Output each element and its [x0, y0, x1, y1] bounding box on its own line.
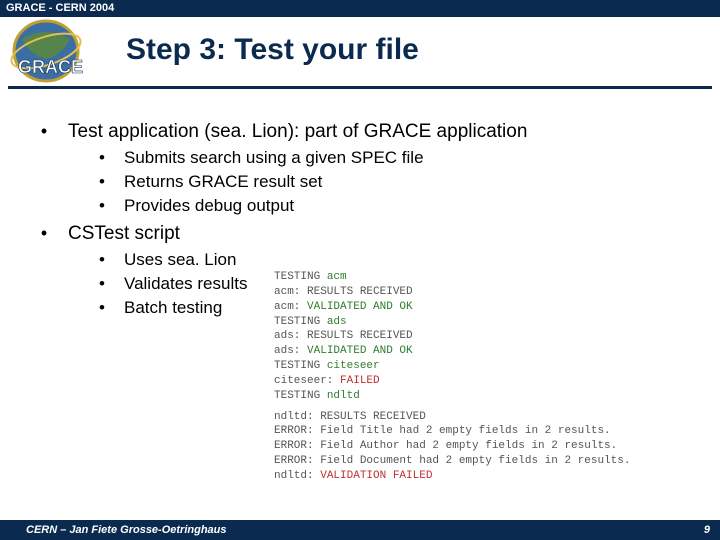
term-line: TESTING [274, 360, 327, 372]
bullet-dot: • [80, 249, 124, 272]
bullet-dot: • [80, 147, 124, 170]
header: GRACE Step 3: Test your file [8, 17, 712, 89]
slide-title: Step 3: Test your file [126, 33, 419, 67]
svg-text:GRACE: GRACE [18, 57, 83, 77]
bullet-dot: • [80, 171, 124, 194]
term-name: ndltd [327, 390, 360, 402]
bullet-dot: • [80, 195, 124, 218]
bullet-2a-text: Uses sea. Lion [124, 249, 700, 272]
term-line: ndltd: [274, 470, 320, 482]
term-line: acm: [274, 301, 307, 313]
bullet-1b-text: Returns GRACE result set [124, 171, 700, 194]
page-number: 9 [704, 524, 710, 536]
bullet-1: • Test application (sea. Lion): part of … [20, 119, 700, 145]
term-line: TESTING [274, 316, 327, 328]
footer-text: CERN – Jan Fiete Grosse-Oetringhaus [26, 524, 227, 536]
term-error: ERROR: Field Author had 2 empty fields i… [274, 439, 684, 454]
bullet-1a: • Submits search using a given SPEC file [20, 147, 700, 170]
bullet-dot: • [20, 221, 68, 247]
bullet-1a-text: Submits search using a given SPEC file [124, 147, 700, 170]
bullet-dot: • [80, 297, 124, 320]
footer: CERN – Jan Fiete Grosse-Oetringhaus 9 [0, 520, 720, 540]
term-name: ads [327, 316, 347, 328]
term-line: acm: RESULTS RECEIVED [274, 285, 684, 300]
terminal-output: TESTING acm acm: RESULTS RECEIVED acm: V… [274, 270, 684, 484]
term-ok: VALIDATED AND OK [307, 301, 413, 313]
bullet-1c: • Provides debug output [20, 195, 700, 218]
term-line: ndltd: RESULTS RECEIVED [274, 410, 684, 425]
bullet-dot: • [80, 273, 124, 296]
bullet-dot: • [20, 119, 68, 145]
term-ok: VALIDATED AND OK [307, 345, 413, 357]
bullet-2a: • Uses sea. Lion [20, 249, 700, 272]
bullet-1b: • Returns GRACE result set [20, 171, 700, 194]
term-name: citeseer [327, 360, 380, 372]
term-fail: FAILED [340, 375, 380, 387]
term-line: TESTING [274, 271, 327, 283]
term-line: TESTING [274, 390, 327, 402]
term-error: ERROR: Field Document had 2 empty fields… [274, 454, 684, 469]
bullet-1c-text: Provides debug output [124, 195, 700, 218]
term-fail: VALIDATION FAILED [320, 470, 432, 482]
bullet-2: • CSTest script [20, 221, 700, 247]
grace-logo: GRACE [4, 15, 109, 87]
term-line: ads: RESULTS RECEIVED [274, 329, 684, 344]
bullet-2-text: CSTest script [68, 221, 700, 247]
term-line: ads: [274, 345, 307, 357]
bullet-1-text: Test application (sea. Lion): part of GR… [68, 119, 700, 145]
term-line: citeseer: [274, 375, 340, 387]
term-error: ERROR: Field Title had 2 empty fields in… [274, 424, 684, 439]
term-name: acm [327, 271, 347, 283]
